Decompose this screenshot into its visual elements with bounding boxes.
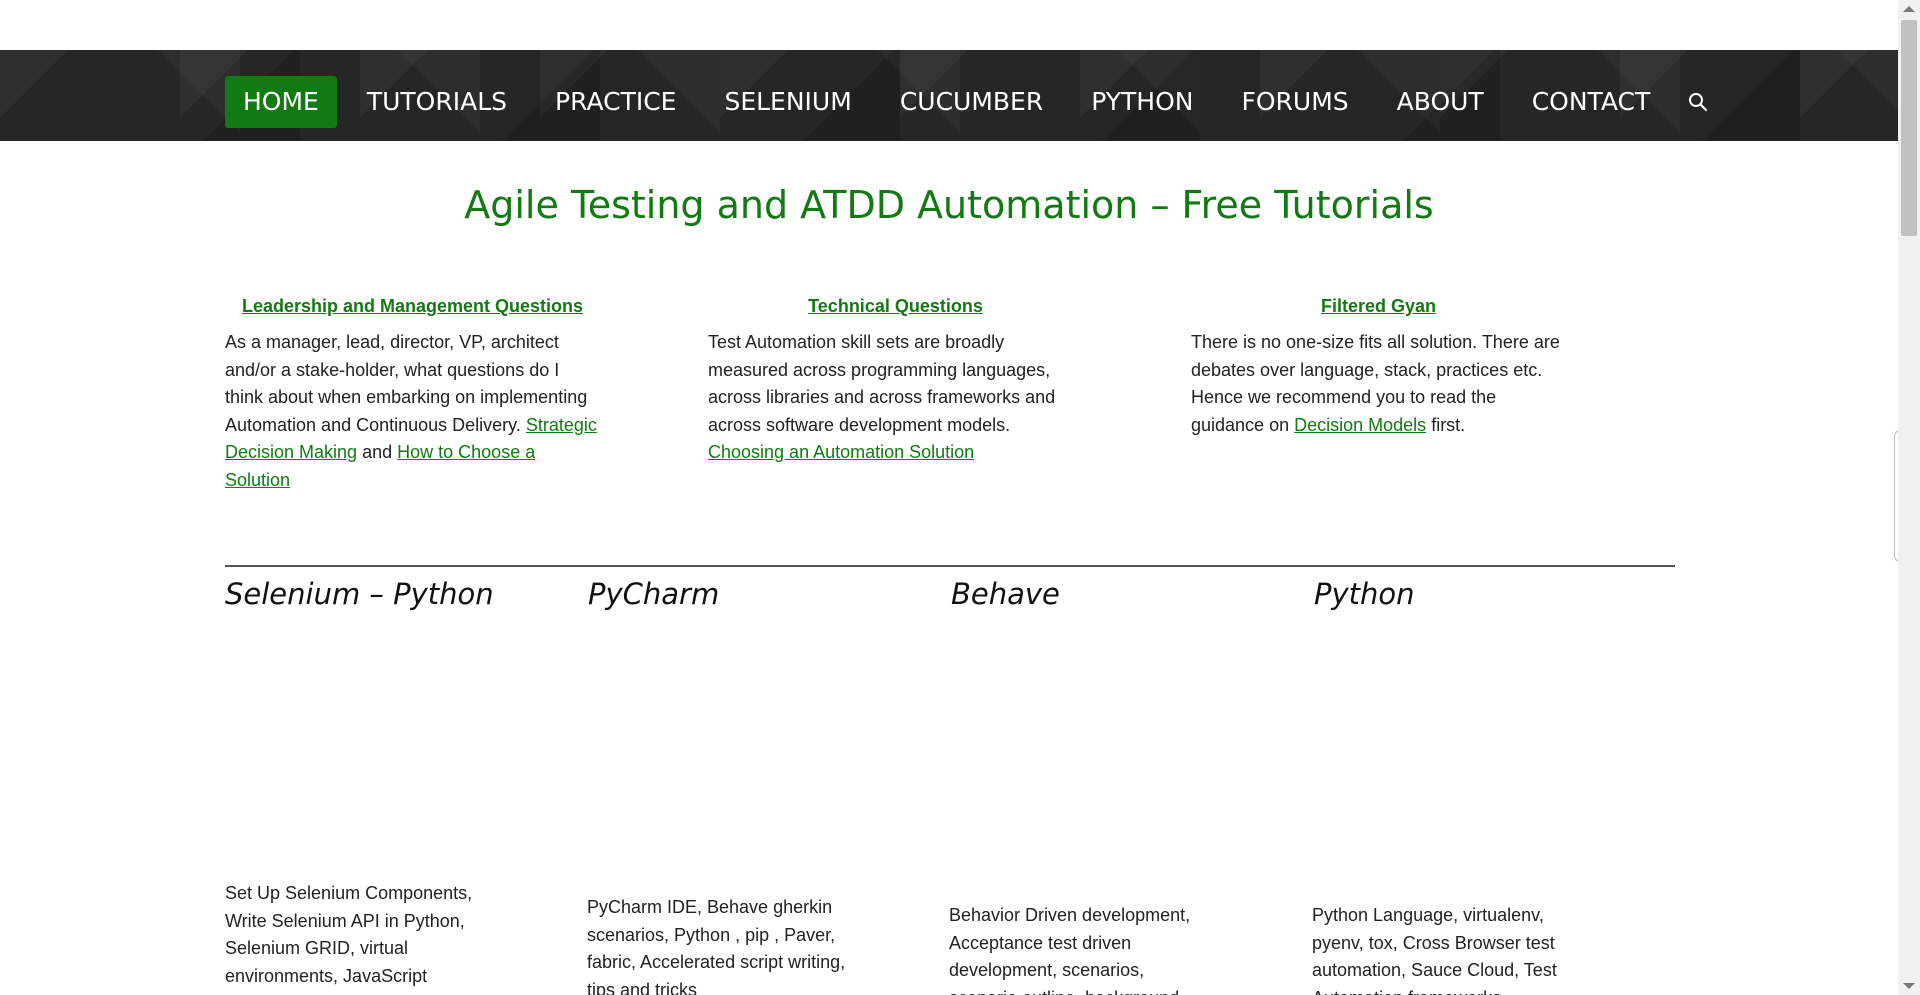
intro-text: There is no one-size fits all solution. … xyxy=(1191,329,1566,439)
scroll-up-arrow-icon[interactable] xyxy=(1903,6,1915,12)
page: HOME TUTORIALS PRACTICE SELENIUM CUCUMBE… xyxy=(0,0,1898,995)
intro-title: Leadership and Management Questions xyxy=(225,296,600,317)
topic-desc-python: Python Language, virtualenv, pyenv, tox,… xyxy=(1312,905,1557,995)
vertical-scrollbar[interactable] xyxy=(1898,0,1920,995)
topic-desc-behave: Behavior Driven development, Acceptance … xyxy=(949,905,1191,995)
nav-item-tutorials[interactable]: TUTORIALS xyxy=(349,76,525,128)
topic-desc-pycharm: PyCharm IDE, Behave gherkin scenarios, P… xyxy=(587,897,846,995)
topic-desc-selenium-python: Set Up Selenium Components, Write Seleni… xyxy=(225,883,473,986)
technical-questions-link[interactable]: Technical Questions xyxy=(808,296,983,316)
intro-technical: Technical Questions Test Automation skil… xyxy=(708,296,1083,467)
intro-title: Technical Questions xyxy=(708,296,1083,317)
nav-item-python[interactable]: PYTHON xyxy=(1073,76,1211,128)
topic-title-pycharm[interactable]: PyCharm xyxy=(588,577,719,611)
page-headline: Agile Testing and ATDD Automation – Free… xyxy=(464,183,1434,227)
intro-title: Filtered Gyan xyxy=(1191,296,1566,317)
nav-item-cucumber[interactable]: CUCUMBER xyxy=(882,76,1061,128)
intro-text: Test Automation skill sets are broadly m… xyxy=(708,329,1083,467)
topic-title-python[interactable]: Python xyxy=(1314,577,1415,611)
intro-filtered-gyan: Filtered Gyan There is no one-size fits … xyxy=(1191,296,1566,439)
intro-text-joiner: and xyxy=(362,442,393,462)
nav-item-home[interactable]: HOME xyxy=(225,76,337,128)
intro-text: As a manager, lead, director, VP, archit… xyxy=(225,329,600,494)
topic-title-behave[interactable]: Behave xyxy=(951,577,1060,611)
nav-item-about[interactable]: ABOUT xyxy=(1379,76,1502,128)
main-navbar: HOME TUTORIALS PRACTICE SELENIUM CUCUMBE… xyxy=(0,50,1898,141)
scrollbar-thumb[interactable] xyxy=(1901,20,1917,236)
decision-models-link[interactable]: Decision Models xyxy=(1294,415,1426,435)
filtered-gyan-link[interactable]: Filtered Gyan xyxy=(1321,296,1436,316)
section-divider xyxy=(225,565,1675,567)
nav-item-selenium[interactable]: SELENIUM xyxy=(706,76,869,128)
nav-item-practice[interactable]: PRACTICE xyxy=(537,76,694,128)
intro-text-body: Test Automation skill sets are broadly m… xyxy=(708,332,1056,435)
search-icon[interactable] xyxy=(1680,76,1716,128)
nav-item-contact[interactable]: CONTACT xyxy=(1514,76,1669,128)
nav-menu: HOME TUTORIALS PRACTICE SELENIUM CUCUMBE… xyxy=(225,76,1716,128)
nav-item-forums[interactable]: FORUMS xyxy=(1223,76,1366,128)
intro-text-suffix: first. xyxy=(1431,414,1466,435)
intro-leadership: Leadership and Management Questions As a… xyxy=(225,296,600,494)
choosing-automation-solution-link[interactable]: Choosing an Automation Solution xyxy=(708,442,974,462)
topic-title-selenium-python[interactable]: Selenium – Python xyxy=(225,577,494,611)
leadership-questions-link[interactable]: Leadership and Management Questions xyxy=(242,296,583,316)
scroll-down-arrow-icon[interactable] xyxy=(1903,983,1915,989)
